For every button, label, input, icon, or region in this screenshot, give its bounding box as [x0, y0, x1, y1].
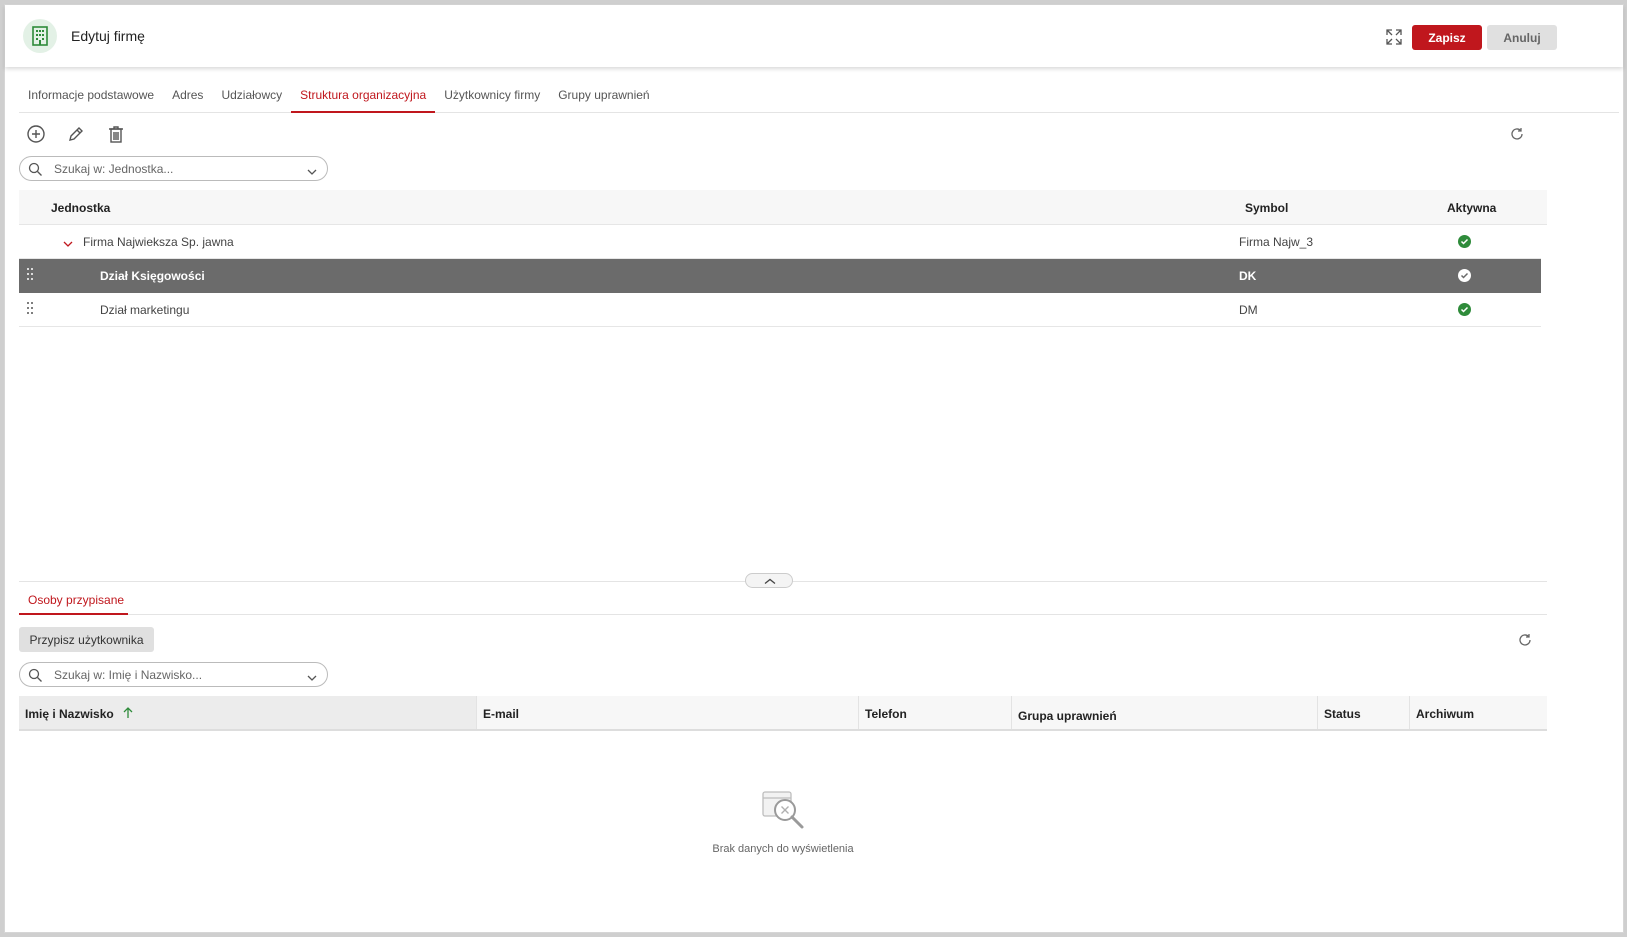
- unit-search-input[interactable]: [54, 160, 294, 177]
- active-check-icon: [1458, 303, 1471, 316]
- column-header-unit[interactable]: Jednostka: [51, 201, 110, 215]
- unit-name: Firma Najwieksza Sp. jawna: [83, 235, 234, 249]
- expand-chevron-icon[interactable]: [63, 237, 73, 251]
- table-row-selected[interactable]: Dział Księgowości DK: [19, 259, 1541, 293]
- unit-name: Dział marketingu: [100, 303, 190, 317]
- table-row[interactable]: Firma Najwieksza Sp. jawna Firma Najw_3: [19, 225, 1541, 259]
- page-title: Edytuj firmę: [71, 28, 145, 44]
- column-header-email[interactable]: E-mail: [477, 696, 859, 729]
- drag-handle-icon[interactable]: [27, 302, 35, 316]
- column-header-archive[interactable]: Archiwum: [1410, 696, 1547, 729]
- tab-company-users[interactable]: Użytkownicy firmy: [435, 80, 549, 113]
- empty-state-message: Brak danych do wyświetlenia: [712, 843, 854, 855]
- unit-symbol: DM: [1239, 303, 1258, 317]
- chevron-down-icon[interactable]: [307, 165, 317, 179]
- sort-ascending-icon: [123, 707, 133, 722]
- tab-basic-info[interactable]: Informacje podstawowe: [19, 80, 163, 113]
- column-header-symbol[interactable]: Symbol: [1245, 201, 1288, 215]
- tab-assigned-people[interactable]: Osoby przypisane: [19, 585, 128, 615]
- building-icon: [23, 19, 57, 53]
- refresh-icon[interactable]: [1509, 126, 1525, 142]
- search-icon: [28, 668, 43, 686]
- column-header-label: Imię i Nazwisko: [25, 707, 114, 721]
- column-header-active[interactable]: Aktywna: [1447, 201, 1496, 215]
- chevron-down-icon[interactable]: [307, 671, 317, 685]
- column-header-phone[interactable]: Telefon: [859, 696, 1012, 729]
- cancel-button[interactable]: Anuluj: [1487, 25, 1557, 50]
- column-header-permission-group[interactable]: Grupa uprawnień: [1012, 696, 1318, 729]
- edit-pencil-icon[interactable]: [65, 123, 87, 145]
- people-table-header: Imię i Nazwisko E-mail Telefon Grupa upr…: [19, 696, 1547, 731]
- drag-handle-icon[interactable]: [27, 268, 35, 282]
- refresh-icon[interactable]: [1517, 632, 1533, 648]
- units-table-header: Jednostka Symbol Aktywna: [19, 190, 1547, 225]
- people-search-input[interactable]: [54, 666, 294, 683]
- tab-bar: Informacje podstawowe Adres Udziałowcy S…: [19, 80, 1619, 113]
- unit-symbol: DK: [1239, 269, 1257, 283]
- column-header-status[interactable]: Status: [1318, 696, 1410, 729]
- unit-symbol: Firma Najw_3: [1239, 235, 1314, 249]
- edit-company-window: Edytuj firmę Zapisz Anuluj Informacje po…: [4, 4, 1624, 933]
- unit-search-box: [19, 156, 328, 181]
- header-bar: Edytuj firmę Zapisz Anuluj: [5, 5, 1623, 67]
- search-icon: [28, 162, 43, 180]
- add-icon[interactable]: [25, 123, 47, 145]
- tab-address[interactable]: Adres: [163, 80, 212, 113]
- tab-org-structure[interactable]: Struktura organizacyjna: [291, 80, 436, 113]
- table-row[interactable]: Dział marketingu DM: [19, 293, 1541, 327]
- active-check-icon: [1458, 269, 1471, 282]
- unit-name: Dział Księgowości: [100, 269, 205, 283]
- tab-shareholders[interactable]: Udziałowcy: [212, 80, 291, 113]
- column-header-name[interactable]: Imię i Nazwisko: [19, 696, 477, 729]
- bottom-tab-bar: Osoby przypisane: [19, 585, 1547, 615]
- active-check-icon: [1458, 235, 1471, 248]
- tab-permission-groups[interactable]: Grupy uprawnień: [549, 80, 658, 113]
- delete-trash-icon[interactable]: [105, 123, 127, 145]
- no-data-search-icon: [761, 788, 807, 837]
- expand-icon[interactable]: [1384, 27, 1404, 47]
- save-button[interactable]: Zapisz: [1412, 25, 1482, 50]
- assign-user-button[interactable]: Przypisz użytkownika: [19, 627, 154, 652]
- people-search-box: [19, 662, 328, 687]
